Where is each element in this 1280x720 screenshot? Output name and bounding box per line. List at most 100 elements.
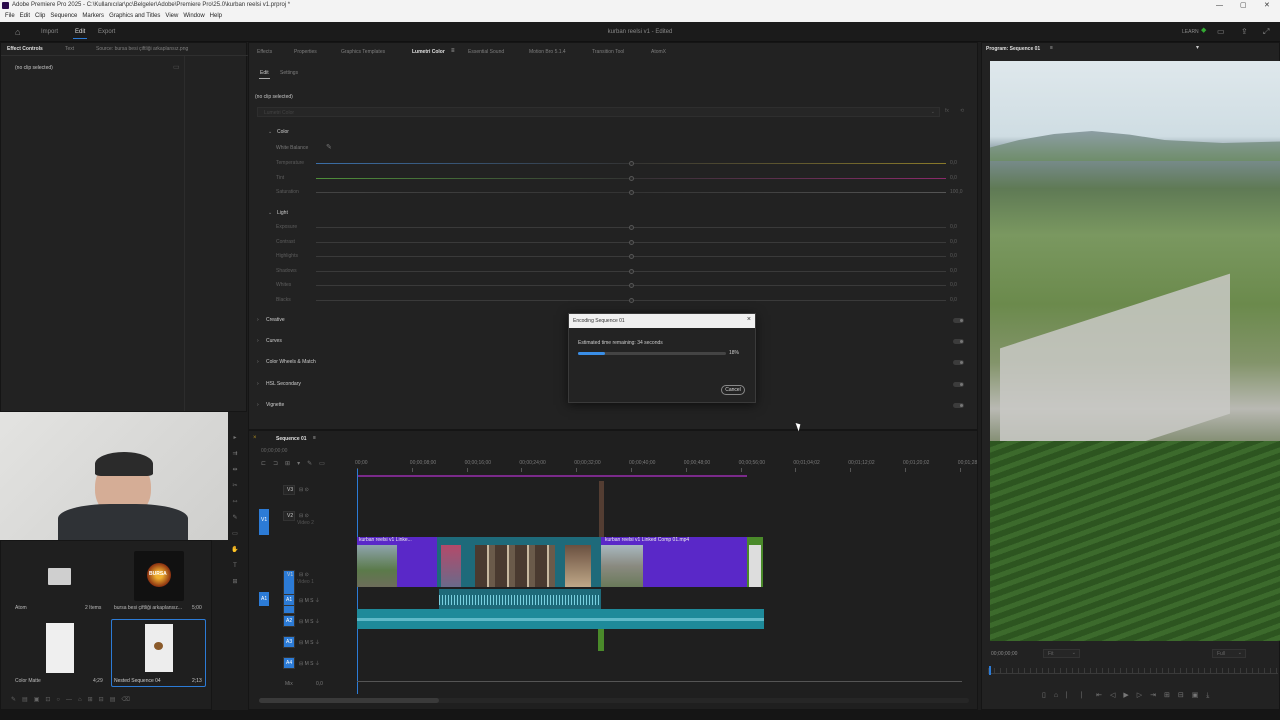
program-timecode[interactable]: 00;00;00;00 <box>991 651 1017 657</box>
minimize-icon[interactable]: — <box>1216 0 1223 11</box>
quality-dropdown[interactable]: Full ⌄ <box>1212 649 1246 658</box>
track-icons[interactable]: ⊟ M S ⏚ <box>299 639 320 646</box>
slider-value[interactable]: 0,0 <box>950 253 957 259</box>
tab-graphics-templates[interactable]: Graphics Templates <box>341 49 385 55</box>
pen-icon[interactable]: ✎ <box>229 510 241 526</box>
slider-value[interactable]: 0,0 <box>950 297 957 303</box>
subtab-settings[interactable]: Settings <box>280 70 298 76</box>
section-toggle[interactable] <box>953 381 964 387</box>
selection-tool-icon[interactable]: ▸ <box>229 430 241 446</box>
menu-sequence[interactable]: Sequence <box>50 11 77 22</box>
slider-knob[interactable] <box>629 190 634 195</box>
chevron-right-icon[interactable]: › <box>257 381 259 387</box>
slider-value[interactable]: 100,0 <box>950 189 963 195</box>
section-toggle[interactable] <box>953 402 964 408</box>
folder-icon[interactable] <box>48 568 71 585</box>
close-icon[interactable]: × <box>747 316 751 323</box>
slider-value[interactable]: 0,0 <box>950 268 957 274</box>
chevron-right-icon[interactable]: › <box>257 317 259 323</box>
track-icons[interactable]: ⊟ M S ⏚ <box>299 660 320 667</box>
scrollbar-thumb[interactable] <box>259 698 439 703</box>
tab-source[interactable]: Source: bursa besi çiftliği arkaplansız.… <box>96 46 188 52</box>
program-scrubber[interactable] <box>988 668 1278 674</box>
menu-window[interactable]: Window <box>183 11 204 22</box>
learn-link[interactable]: LEARN <box>1182 29 1199 35</box>
mix-value[interactable]: 0,0 <box>316 681 323 687</box>
tab-transition-tool[interactable]: Transition Tool <box>592 49 624 55</box>
slider-value[interactable]: 0,0 <box>950 160 957 166</box>
slider-value[interactable]: 0,0 <box>950 224 957 230</box>
menu-edit[interactable]: Edit <box>20 11 30 22</box>
chevron-right-icon[interactable]: › <box>257 338 259 344</box>
tab-atomx[interactable]: AtomX <box>651 49 666 55</box>
panel-menu-icon[interactable]: ≡ <box>1050 45 1053 51</box>
slider-value[interactable]: 0,0 <box>950 175 957 181</box>
section-toggle[interactable] <box>953 318 964 323</box>
tab-lumetri-color[interactable]: Lumetri Color <box>412 49 445 55</box>
audio-clip[interactable] <box>439 589 601 609</box>
menu-markers[interactable]: Markers <box>82 11 104 22</box>
project-bottom-toolbar[interactable]: ✎▤▣⊡○—⌂⊞⊟▤⌫ <box>11 696 211 704</box>
audio-clip[interactable] <box>357 609 764 629</box>
section-header[interactable]: Vignette <box>266 402 284 408</box>
timeline-timecode[interactable]: 00;00;00;00 <box>261 448 287 454</box>
subtab-edit[interactable]: Edit <box>260 70 269 76</box>
timeline-scrollbar[interactable] <box>259 698 969 703</box>
nested-clip-end[interactable] <box>747 537 763 587</box>
maximize-icon[interactable]: ▢ <box>1240 0 1247 11</box>
tab-effect-controls[interactable]: Effect Controls <box>7 46 43 52</box>
wrench-icon[interactable]: ▾ <box>1196 44 1199 51</box>
slider-knob[interactable] <box>629 297 634 303</box>
section-header[interactable]: Color Wheels & Match <box>266 359 316 365</box>
logo-thumbnail[interactable]: BURSA <box>134 551 184 601</box>
timeline-tab[interactable]: Sequence 01 <box>276 436 307 442</box>
slip-icon[interactable]: ⇿ <box>229 494 241 510</box>
menu-graphics[interactable]: Graphics and Titles <box>109 11 160 22</box>
tab-menu-icon[interactable]: ≡ <box>451 48 455 54</box>
slider-knob[interactable] <box>629 175 634 181</box>
rectangle-icon[interactable]: ▭ <box>229 526 241 542</box>
logo-item-name[interactable]: bursa besi çiftliği arkaplansız... <box>114 605 182 611</box>
slider-knob[interactable] <box>629 225 634 230</box>
slider-knob[interactable] <box>629 161 634 166</box>
color-matte-thumbnail[interactable] <box>46 623 74 673</box>
fullscreen-icon[interactable]: ⤢ <box>1263 27 1269 37</box>
timeline-toolbar[interactable]: ⊏⊐⊞▾✎▭ <box>261 460 331 469</box>
program-playhead[interactable] <box>989 666 991 675</box>
track-icons[interactable]: ⊟ M S ⏚ <box>299 618 320 625</box>
slider-knob[interactable] <box>629 254 634 259</box>
tab-essential-sound[interactable]: Essential Sound <box>468 49 504 55</box>
type-icon[interactable]: T <box>229 558 241 574</box>
lumetri-preset-dropdown[interactable]: Lumetri Color ⌄ <box>257 107 940 117</box>
menu-help[interactable]: Help <box>210 11 222 22</box>
source-patch-v1[interactable]: V1 <box>259 509 269 535</box>
ripple-edit-icon[interactable]: ⇹ <box>229 462 241 478</box>
section-header[interactable]: Curves <box>266 338 282 344</box>
light-section-header[interactable]: Light <box>277 210 288 216</box>
slider-knob[interactable] <box>629 268 634 274</box>
slider-knob[interactable] <box>629 283 634 288</box>
color-section-header[interactable]: Color <box>277 129 289 135</box>
expand-icon[interactable]: ▭ <box>173 63 180 71</box>
menu-view[interactable]: View <box>165 11 178 22</box>
track-icons[interactable]: ⊟ M S ⏚ <box>299 597 320 604</box>
panel-menu-icon[interactable]: ≡ <box>313 435 316 441</box>
reset-icon[interactable]: ⟲ <box>960 108 964 114</box>
slider-knob[interactable] <box>629 239 634 245</box>
track-icons[interactable]: ⊟ ⊙ <box>299 487 309 493</box>
hand-icon[interactable]: ✋ <box>229 542 241 558</box>
nested-clip[interactable] <box>437 537 601 587</box>
menu-file[interactable]: File <box>5 11 15 22</box>
section-toggle[interactable] <box>953 339 964 345</box>
captions-icon[interactable]: ⊞ <box>229 574 241 590</box>
fx-icon[interactable]: fx <box>945 108 949 114</box>
nested-sequence-item[interactable]: Nested Sequence 04 2;13 <box>111 619 206 687</box>
close-tab-icon[interactable]: × <box>253 435 257 441</box>
track-icons[interactable]: ⊟ ⊙ <box>299 513 309 519</box>
slider-value[interactable]: 0,0 <box>950 239 957 245</box>
tab-text[interactable]: Text <box>65 46 74 52</box>
time-ruler[interactable]: 00;00 00;00;08;00 00;00;16;00 00;00;24;00 00… <box>355 460 977 472</box>
cancel-button[interactable]: Cancel <box>721 385 745 395</box>
zoom-dropdown[interactable]: Fit ⌄ <box>1043 649 1080 658</box>
section-header[interactable]: HSL Secondary <box>266 381 301 387</box>
